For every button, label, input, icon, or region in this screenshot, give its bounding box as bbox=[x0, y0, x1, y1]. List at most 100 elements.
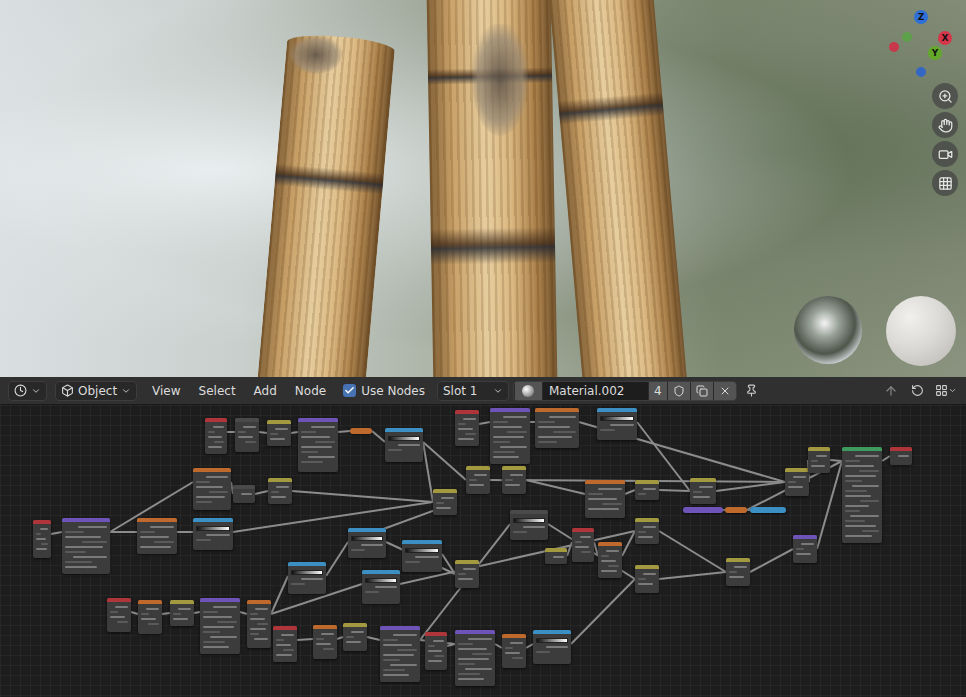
use-nodes-checkbox[interactable] bbox=[343, 384, 356, 397]
gizmo-axis[interactable]: X bbox=[938, 31, 952, 45]
node-link[interactable] bbox=[177, 531, 193, 533]
node-link[interactable] bbox=[571, 579, 635, 644]
shader-node[interactable] bbox=[433, 489, 457, 515]
node-link[interactable] bbox=[817, 461, 842, 549]
node-header[interactable] bbox=[33, 520, 51, 524]
shader-node[interactable] bbox=[793, 535, 817, 563]
node-header[interactable] bbox=[385, 428, 423, 432]
shader-node[interactable] bbox=[490, 408, 530, 464]
shader-node[interactable] bbox=[598, 542, 622, 578]
shader-node[interactable] bbox=[425, 632, 447, 670]
node-header[interactable] bbox=[635, 518, 659, 522]
shader-node[interactable] bbox=[298, 418, 338, 472]
shader-node[interactable] bbox=[107, 598, 131, 632]
node-header[interactable] bbox=[193, 468, 231, 472]
node-header[interactable] bbox=[690, 478, 716, 482]
shader-node[interactable] bbox=[402, 540, 442, 572]
menu-item[interactable]: Select bbox=[192, 382, 243, 400]
node-header[interactable] bbox=[535, 408, 579, 412]
shader-node[interactable] bbox=[533, 630, 571, 664]
node-link[interactable] bbox=[259, 432, 267, 433]
node-link[interactable] bbox=[526, 644, 533, 648]
menu-item[interactable]: View bbox=[145, 382, 187, 400]
shader-node[interactable] bbox=[138, 600, 162, 634]
shader-node[interactable] bbox=[842, 447, 882, 543]
node-link[interactable] bbox=[291, 432, 298, 433]
node-header[interactable] bbox=[572, 528, 594, 532]
pin-button[interactable] bbox=[741, 381, 763, 401]
shader-node[interactable] bbox=[455, 560, 479, 588]
color-ramp[interactable] bbox=[513, 518, 545, 523]
node-header[interactable] bbox=[502, 634, 526, 638]
shader-node[interactable] bbox=[502, 634, 526, 668]
node-link[interactable] bbox=[625, 490, 635, 494]
shader-node[interactable] bbox=[455, 410, 479, 446]
gizmo-axis[interactable]: Y bbox=[928, 46, 942, 60]
node-header[interactable] bbox=[193, 518, 233, 522]
node-link[interactable] bbox=[292, 491, 433, 502]
shader-node[interactable] bbox=[170, 600, 194, 626]
shader-node[interactable] bbox=[343, 623, 367, 651]
shader-node[interactable] bbox=[313, 625, 337, 659]
node-link[interactable] bbox=[659, 572, 726, 579]
node-header[interactable] bbox=[205, 418, 227, 422]
editor-type-dropdown[interactable] bbox=[8, 381, 47, 401]
shader-node[interactable] bbox=[247, 600, 271, 648]
node-link[interactable] bbox=[622, 531, 635, 556]
hand-icon[interactable] bbox=[932, 112, 958, 138]
node-link[interactable] bbox=[495, 644, 502, 648]
shader-node[interactable] bbox=[726, 558, 750, 586]
shader-node[interactable] bbox=[273, 626, 297, 662]
node-header[interactable] bbox=[273, 626, 297, 630]
node-link[interactable] bbox=[131, 612, 138, 614]
shader-node[interactable] bbox=[535, 408, 579, 448]
node-header[interactable] bbox=[348, 528, 386, 532]
node-link[interactable] bbox=[423, 442, 433, 502]
shader-node[interactable] bbox=[635, 565, 659, 593]
node-header[interactable] bbox=[343, 623, 367, 627]
color-ramp[interactable] bbox=[536, 638, 568, 643]
shader-node[interactable] bbox=[385, 428, 423, 462]
shader-node[interactable] bbox=[466, 466, 490, 494]
shader-node[interactable] bbox=[268, 478, 292, 504]
node-header[interactable] bbox=[268, 478, 292, 482]
node-link[interactable] bbox=[227, 431, 235, 433]
material-users-count[interactable]: 4 bbox=[648, 382, 667, 400]
node-header[interactable] bbox=[598, 542, 622, 546]
material-name-field[interactable]: Material.002 bbox=[542, 382, 648, 400]
gizmo-axis-dot[interactable] bbox=[916, 67, 926, 77]
node-link[interactable] bbox=[348, 502, 457, 542]
slot-dropdown[interactable]: Slot 1 bbox=[437, 381, 509, 401]
node-header[interactable] bbox=[62, 518, 110, 522]
shader-node[interactable] bbox=[597, 408, 637, 440]
node-link[interactable] bbox=[442, 554, 455, 574]
node-link[interactable] bbox=[882, 456, 890, 461]
node-header[interactable] bbox=[402, 540, 442, 544]
shader-node[interactable] bbox=[350, 428, 372, 434]
shader-node[interactable] bbox=[62, 518, 110, 574]
node-header[interactable] bbox=[842, 447, 882, 451]
node-header[interactable] bbox=[425, 632, 447, 636]
node-header[interactable] bbox=[170, 600, 194, 604]
node-header[interactable] bbox=[350, 428, 372, 434]
gizmo-axis-dot[interactable] bbox=[902, 32, 912, 42]
unlink-button[interactable] bbox=[713, 382, 736, 400]
menu-item[interactable]: Node bbox=[288, 382, 333, 400]
parent-node-button[interactable] bbox=[880, 381, 902, 401]
shader-node[interactable] bbox=[455, 630, 495, 686]
color-ramp[interactable] bbox=[600, 416, 634, 421]
node-header[interactable] bbox=[635, 480, 659, 484]
node-header[interactable] bbox=[313, 625, 337, 629]
shader-node[interactable] bbox=[380, 626, 420, 682]
node-header[interactable] bbox=[785, 468, 809, 472]
node-header[interactable] bbox=[380, 626, 420, 630]
node-editor-canvas[interactable] bbox=[0, 405, 966, 697]
node-header[interactable] bbox=[288, 562, 326, 566]
node-header[interactable] bbox=[235, 418, 259, 422]
snap-button[interactable] bbox=[906, 381, 928, 401]
node-header[interactable] bbox=[362, 570, 400, 574]
shader-node[interactable] bbox=[635, 518, 659, 544]
node-link[interactable] bbox=[716, 482, 785, 491]
duplicate-button[interactable] bbox=[690, 382, 713, 400]
node-header[interactable] bbox=[545, 548, 567, 552]
